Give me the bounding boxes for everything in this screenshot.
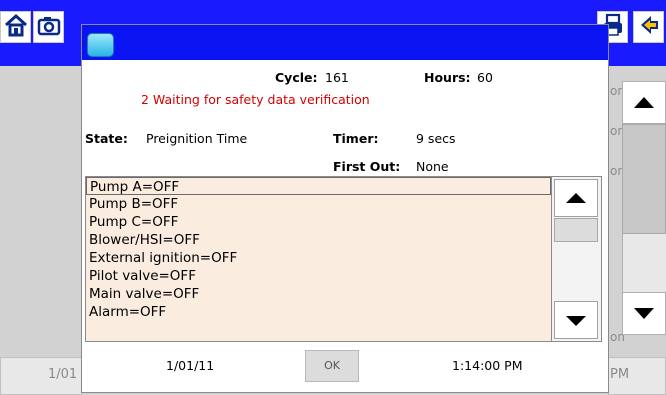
scroll-down-button[interactable] <box>554 301 598 339</box>
list-item[interactable]: Alarm=OFF <box>86 303 551 321</box>
ok-button[interactable]: OK <box>305 350 359 382</box>
scrollbar-thumb[interactable] <box>554 218 598 242</box>
arrow-down-icon <box>634 308 654 319</box>
state-value: Preignition Time <box>146 131 248 146</box>
back-arrow-icon <box>640 16 658 34</box>
background-scrollbar-thumb[interactable] <box>622 124 666 234</box>
list-scrollbar[interactable] <box>552 176 602 342</box>
cycle-label: Cycle: <box>275 70 318 85</box>
list-item[interactable]: Pump C=OFF <box>86 213 551 231</box>
list-item[interactable]: Blower/HSI=OFF <box>86 231 551 249</box>
scroll-up-button[interactable] <box>554 179 598 217</box>
list-item[interactable]: Pump B=OFF <box>86 195 551 213</box>
footer-time: 1:14:00 PM <box>452 358 523 373</box>
back-button[interactable] <box>633 11 664 43</box>
status-list[interactable]: Pump A=OFF Pump B=OFF Pump C=OFF Blower/… <box>85 176 552 342</box>
dialog-titlebar <box>82 25 608 60</box>
state-label: State: <box>85 131 128 146</box>
burner-status-dialog: Cycle: 161 Hours: 60 2 Waiting for safet… <box>82 25 608 392</box>
home-icon <box>4 13 27 37</box>
first-out-value: None <box>416 159 449 174</box>
list-item[interactable]: Main valve=OFF <box>86 285 551 303</box>
camera-button[interactable] <box>33 11 64 43</box>
list-item[interactable]: Pilot valve=OFF <box>86 267 551 285</box>
list-item[interactable]: Pump A=OFF <box>86 177 551 195</box>
timer-value: 9 secs <box>416 131 456 146</box>
camera-icon <box>37 17 60 36</box>
arrow-up-icon <box>566 193 586 203</box>
background-scroll-down-button[interactable] <box>622 292 666 335</box>
cycle-value: 161 <box>325 70 349 85</box>
dialog-footer: 1/01/11 OK 1:14:00 PM <box>82 342 608 392</box>
list-item[interactable]: External ignition=OFF <box>86 249 551 267</box>
app-icon <box>87 33 114 57</box>
background-footer-date: 1/01 <box>48 367 78 382</box>
hours-value: 60 <box>477 70 493 85</box>
background-scroll-up-button[interactable] <box>622 81 666 124</box>
error-message: 2 Waiting for safety data verification <box>141 92 370 107</box>
hours-label: Hours: <box>424 70 471 85</box>
timer-label: Timer: <box>333 131 379 146</box>
background-footer-time: PM <box>610 367 630 382</box>
footer-date: 1/01/11 <box>166 358 215 373</box>
arrow-down-icon <box>566 316 586 326</box>
home-button[interactable] <box>0 11 31 43</box>
arrow-up-icon <box>634 97 654 108</box>
first-out-label: First Out: <box>333 159 401 174</box>
